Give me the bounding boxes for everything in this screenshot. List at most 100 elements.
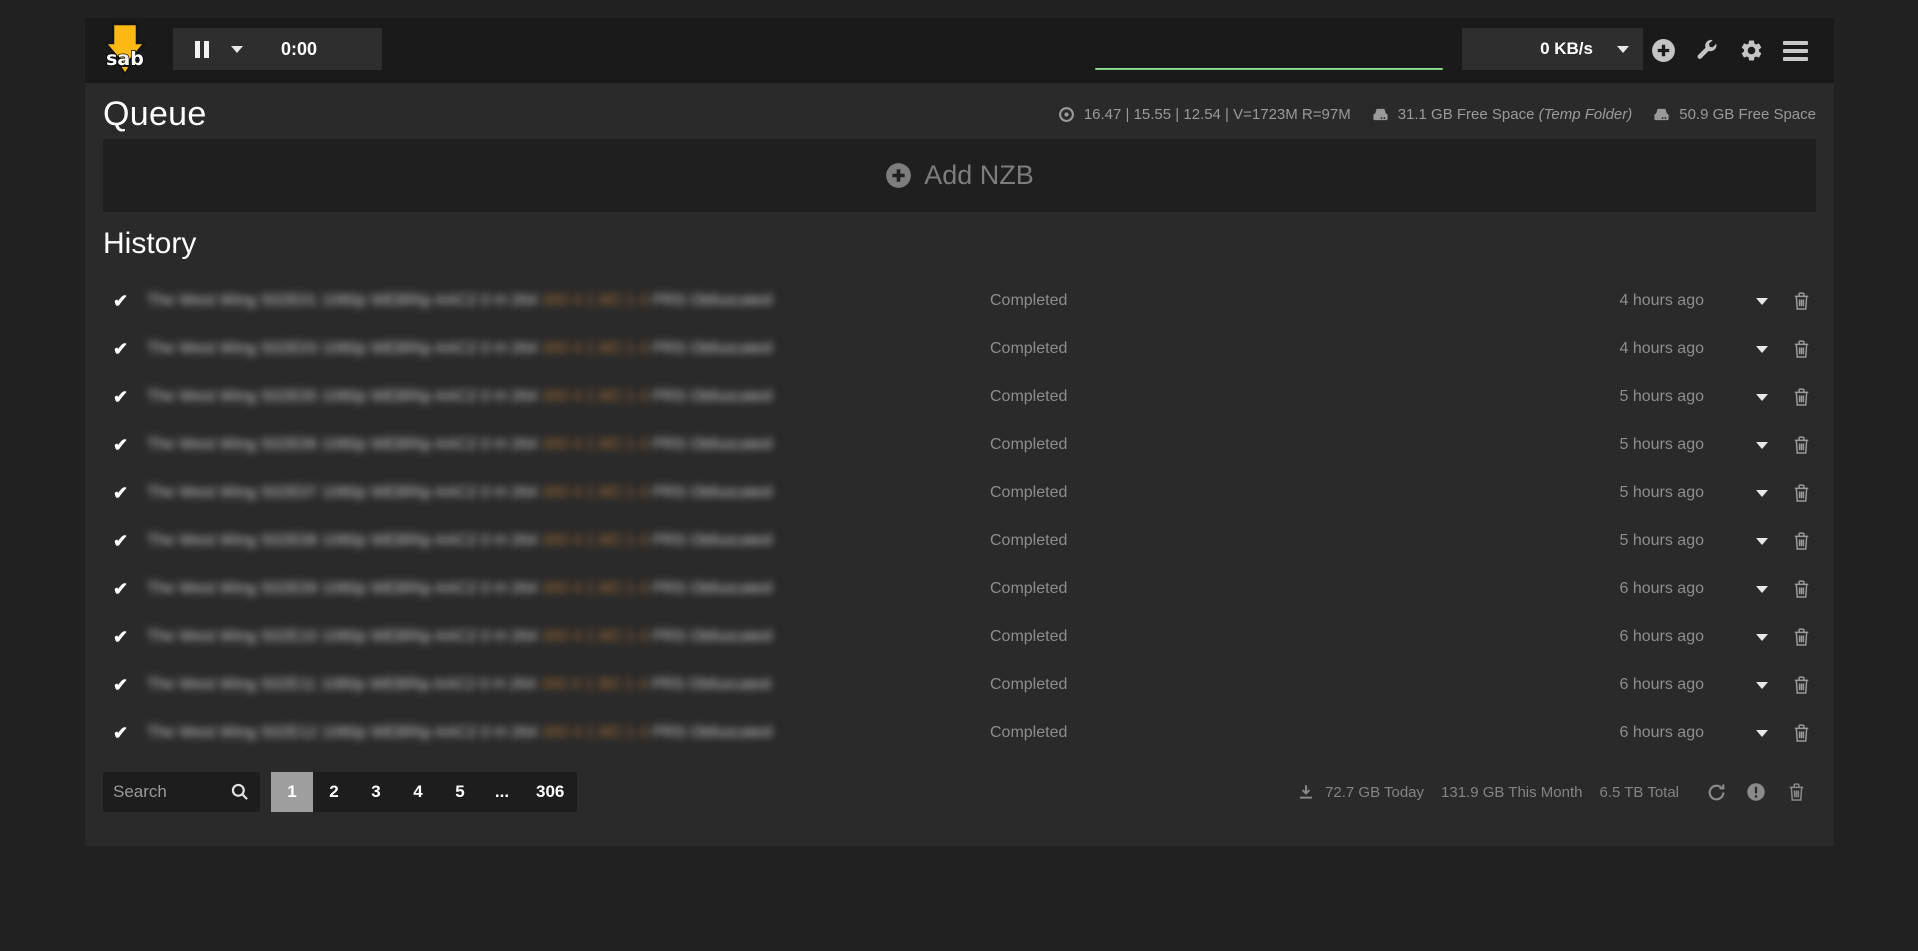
trash-icon: [1792, 387, 1811, 408]
history-list: ✔ The West Wing S02E01 1080p WEBRip AAC2…: [103, 277, 1816, 757]
download-name[interactable]: The West Wing S02E11 1080p WEBRip AAC2 0…: [147, 676, 990, 694]
row-delete-button[interactable]: [1788, 675, 1814, 696]
speed-value: 0 KB/s: [1540, 39, 1593, 59]
navbar-icon-group: [1641, 18, 1817, 83]
status-label: Completed: [990, 292, 1584, 310]
row-actions-dropdown[interactable]: [1750, 490, 1774, 497]
history-row: ✔ The West Wing S02E01 1080p WEBRip AAC2…: [103, 277, 1816, 325]
queue-stats: 16.47 | 15.55 | 12.54 | V=1723M R=97M 31…: [1046, 106, 1816, 123]
search-input[interactable]: [113, 782, 230, 802]
purge-history-button[interactable]: [1776, 782, 1816, 803]
history-row: ✔ The West Wing S02E03 1080p WEBRip AAC2…: [103, 325, 1816, 373]
download-name[interactable]: The West Wing S02E01 1080p WEBRip AAC2 0…: [147, 292, 990, 310]
settings-gear-button[interactable]: [1729, 18, 1773, 83]
completed-check-icon: ✔: [113, 723, 139, 744]
download-name[interactable]: The West Wing S02E06 1080p WEBRip AAC2 0…: [147, 436, 990, 454]
row-delete-button[interactable]: [1788, 723, 1814, 744]
row-delete-button[interactable]: [1788, 339, 1814, 360]
row-actions-dropdown[interactable]: [1750, 682, 1774, 689]
completed-check-icon: ✔: [113, 483, 139, 504]
page-button[interactable]: 2: [313, 772, 355, 812]
chevron-down-icon: [1756, 394, 1768, 401]
trash-icon: [1792, 531, 1811, 552]
exclamation-circle-icon: [1746, 782, 1766, 802]
queue-title: Queue: [103, 95, 207, 134]
time-ago-label: 5 hours ago: [1584, 436, 1704, 454]
download-name[interactable]: The West Wing S02E12 1080p WEBRip AAC2 0…: [147, 724, 990, 742]
completed-check-icon: ✔: [113, 579, 139, 600]
download-name[interactable]: The West Wing S02E05 1080p WEBRip AAC2 0…: [147, 388, 990, 406]
row-delete-button[interactable]: [1788, 627, 1814, 648]
time-ago-label: 6 hours ago: [1584, 724, 1704, 742]
history-details-button[interactable]: [1736, 782, 1776, 802]
month-total: 131.9 GB This Month: [1441, 784, 1582, 801]
page-button[interactable]: ...: [481, 772, 523, 812]
download-icon: [1297, 783, 1315, 801]
hamburger-icon: [1783, 37, 1808, 65]
row-delete-button[interactable]: [1788, 387, 1814, 408]
refresh-button[interactable]: [1696, 782, 1736, 803]
search-icon[interactable]: [230, 782, 250, 802]
page-button[interactable]: 4: [397, 772, 439, 812]
history-row: ✔ The West Wing S02E12 1080p WEBRip AAC2…: [103, 709, 1816, 757]
row-actions-dropdown[interactable]: [1750, 346, 1774, 353]
page-button[interactable]: 3: [355, 772, 397, 812]
speed-limit-button[interactable]: 0 KB/s: [1462, 28, 1643, 70]
trash-icon: [1792, 579, 1811, 600]
download-name[interactable]: The West Wing S02E09 1080p WEBRip AAC2 0…: [147, 580, 990, 598]
download-name[interactable]: The West Wing S02E08 1080p WEBRip AAC2 0…: [147, 532, 990, 550]
completed-check-icon: ✔: [113, 387, 139, 408]
download-name[interactable]: The West Wing S02E10 1080p WEBRip AAC2 0…: [147, 628, 990, 646]
completed-check-icon: ✔: [113, 291, 139, 312]
row-delete-button[interactable]: [1788, 435, 1814, 456]
row-actions-dropdown[interactable]: [1750, 298, 1774, 305]
download-name[interactable]: The West Wing S02E03 1080p WEBRip AAC2 0…: [147, 340, 990, 358]
history-row: ✔ The West Wing S02E10 1080p WEBRip AAC2…: [103, 613, 1816, 661]
row-actions-dropdown[interactable]: [1750, 538, 1774, 545]
row-actions-dropdown[interactable]: [1750, 586, 1774, 593]
row-actions-dropdown[interactable]: [1750, 730, 1774, 737]
queue-header: Queue 16.47 | 15.55 | 12.54 | V=1723M R=…: [103, 83, 1816, 137]
download-name[interactable]: The West Wing S02E07 1080p WEBRip AAC2 0…: [147, 484, 990, 502]
speed-graph-line: [1095, 68, 1443, 70]
row-actions-dropdown[interactable]: [1750, 442, 1774, 449]
add-nzb-dropzone[interactable]: Add NZB: [103, 139, 1816, 212]
row-actions-dropdown[interactable]: [1750, 394, 1774, 401]
completed-check-icon: ✔: [113, 627, 139, 648]
row-delete-button[interactable]: [1788, 531, 1814, 552]
page-button[interactable]: 306: [523, 772, 577, 812]
history-search-box: [103, 772, 260, 812]
add-nzb-label: Add NZB: [924, 160, 1034, 191]
history-row: ✔ The West Wing S02E08 1080p WEBRip AAC2…: [103, 517, 1816, 565]
trash-icon: [1787, 782, 1806, 803]
completed-check-icon: ✔: [113, 435, 139, 456]
trash-icon: [1792, 435, 1811, 456]
sab-arrow-icon: sab: [100, 21, 150, 79]
chevron-down-icon: [1756, 682, 1768, 689]
row-delete-button[interactable]: [1788, 483, 1814, 504]
queue-timer[interactable]: 0:00: [281, 39, 317, 60]
trash-icon: [1792, 291, 1811, 312]
gear-icon: [1739, 38, 1764, 63]
plus-circle-icon: [1651, 38, 1676, 63]
page-button[interactable]: 1: [271, 772, 313, 812]
row-delete-button[interactable]: [1788, 291, 1814, 312]
sabnzbd-logo[interactable]: sab: [100, 21, 150, 79]
trash-icon: [1792, 675, 1811, 696]
row-delete-button[interactable]: [1788, 579, 1814, 600]
row-actions-dropdown[interactable]: [1750, 634, 1774, 641]
history-row: ✔ The West Wing S02E11 1080p WEBRip AAC2…: [103, 661, 1816, 709]
completed-check-icon: ✔: [113, 339, 139, 360]
history-title: History: [103, 227, 1816, 261]
pause-dropdown-caret-icon[interactable]: [231, 46, 243, 53]
history-row: ✔ The West Wing S02E06 1080p WEBRip AAC2…: [103, 421, 1816, 469]
trash-icon: [1792, 723, 1811, 744]
hamburger-menu-button[interactable]: [1773, 18, 1817, 83]
status-wrench-button[interactable]: [1685, 18, 1729, 83]
status-label: Completed: [990, 628, 1584, 646]
add-nzb-plus-button[interactable]: [1641, 18, 1685, 83]
page-button[interactable]: 5: [439, 772, 481, 812]
total-size-target-icon: [1058, 106, 1075, 123]
pause-icon[interactable]: [195, 41, 209, 58]
trash-icon: [1792, 627, 1811, 648]
